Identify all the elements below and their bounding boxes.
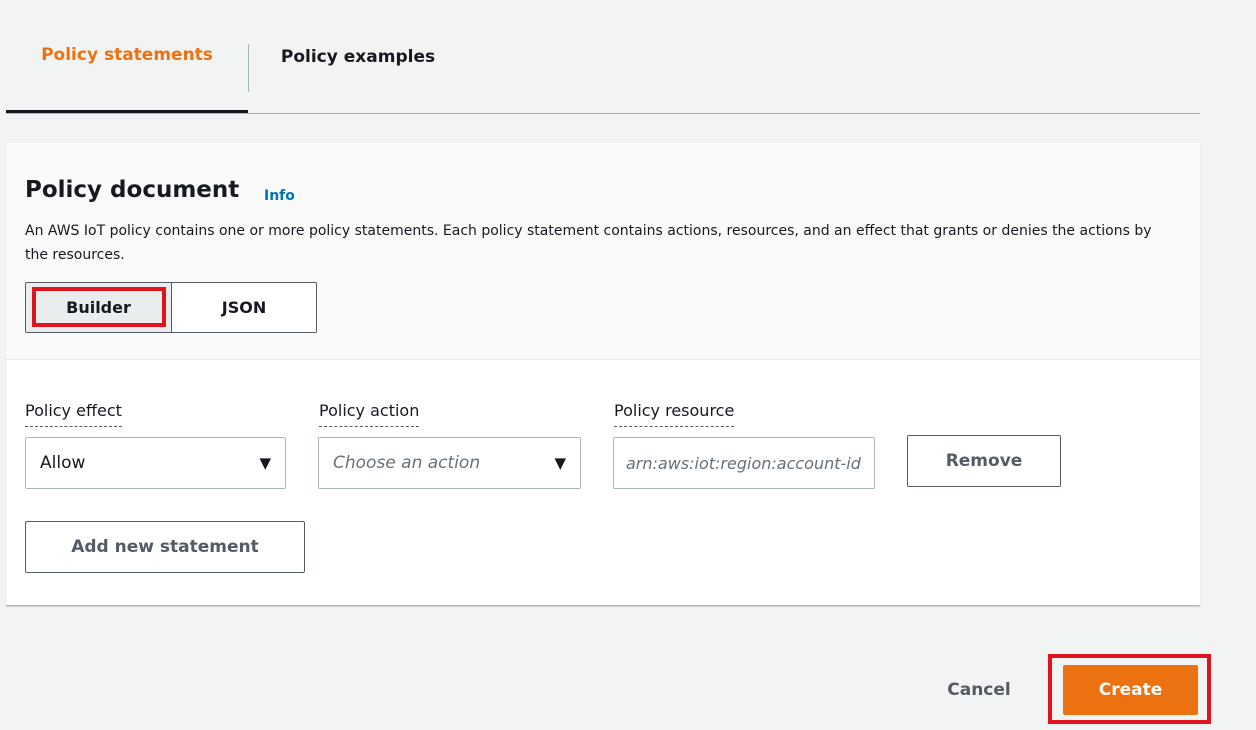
- create-highlight-box: [1048, 654, 1211, 724]
- policy-effect-select[interactable]: Allow ▼: [25, 437, 286, 489]
- json-mode-button[interactable]: JSON: [172, 283, 316, 332]
- remove-statement-button[interactable]: Remove: [907, 435, 1061, 487]
- caret-down-icon: ▼: [259, 454, 271, 472]
- panel-description: An AWS IoT policy contains one or more p…: [25, 223, 1152, 263]
- panel-header: Policy document Info An AWS IoT policy c…: [6, 143, 1200, 360]
- caret-down-icon: ▼: [554, 454, 566, 472]
- policy-effect-label: Policy effect: [25, 401, 122, 427]
- add-new-statement-button[interactable]: Add new statement: [25, 521, 305, 573]
- tab-policy-statements[interactable]: Policy statements: [6, 0, 248, 113]
- policy-resource-label: Policy resource: [614, 401, 735, 427]
- policy-document-panel: Policy document Info An AWS IoT policy c…: [6, 143, 1200, 606]
- policy-action-label: Policy action: [319, 401, 420, 427]
- builder-highlight-box: [32, 287, 166, 327]
- policy-action-select[interactable]: Choose an action ▼: [318, 437, 581, 489]
- policy-resource-input[interactable]: [613, 437, 875, 489]
- policy-tabs: Policy statements Policy examples: [6, 0, 1200, 114]
- panel-title: Policy document: [25, 177, 240, 203]
- policy-action-placeholder: Choose an action: [333, 453, 481, 473]
- policy-effect-value: Allow: [40, 453, 86, 473]
- tab-policy-examples[interactable]: Policy examples: [249, 0, 467, 113]
- cancel-button[interactable]: Cancel: [920, 672, 1038, 708]
- info-link[interactable]: Info: [264, 188, 295, 204]
